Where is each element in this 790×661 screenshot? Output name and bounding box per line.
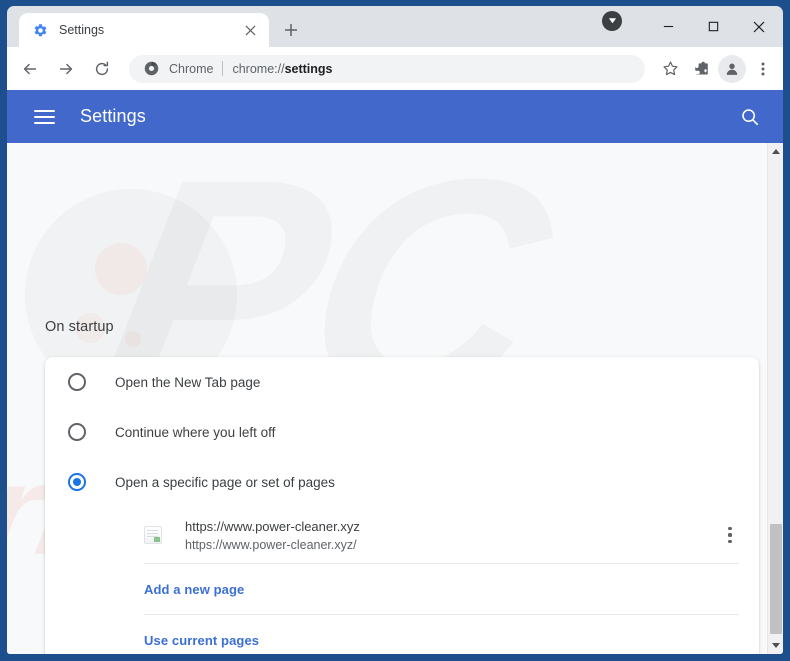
page-content: Settings PC risk.com On startup: [7, 90, 783, 654]
radio-icon[interactable]: [68, 373, 86, 391]
startup-page-title: https://www.power-cleaner.xyz: [185, 518, 360, 534]
radio-icon[interactable]: [68, 423, 86, 441]
reload-icon[interactable]: [87, 54, 117, 84]
omnibox-url-path: settings: [284, 61, 333, 76]
startup-option-specific-pages[interactable]: Open a specific page or set of pages: [45, 457, 759, 507]
maximize-button[interactable]: [691, 6, 736, 47]
browser-menu-icon[interactable]: [749, 55, 777, 83]
bookmark-star-icon[interactable]: [656, 55, 684, 83]
radio-icon-selected[interactable]: [68, 473, 86, 491]
window-controls: [602, 6, 783, 47]
settings-page: PC risk.com On startup Open the New Tab …: [7, 143, 767, 654]
omnibox-divider: [222, 61, 224, 76]
vertical-scrollbar[interactable]: [767, 143, 783, 654]
download-icon[interactable]: [602, 10, 622, 31]
page-options-menu-icon[interactable]: [717, 522, 743, 548]
scrollbar-thumb[interactable]: [769, 524, 782, 634]
scroll-area: PC risk.com On startup Open the New Tab …: [7, 143, 783, 654]
new-tab-button[interactable]: [277, 16, 305, 44]
add-new-page-row[interactable]: Add a new page: [45, 564, 759, 614]
use-current-pages-row[interactable]: Use current pages: [45, 615, 759, 654]
close-button[interactable]: [736, 6, 781, 47]
gear-icon: [32, 22, 48, 38]
omnibox-url-prefix: chrome://: [232, 61, 285, 76]
startup-option-label: Continue where you left off: [115, 424, 276, 440]
scrollbar-track[interactable]: [768, 160, 784, 654]
scroll-down-arrow-icon[interactable]: [768, 637, 783, 654]
on-startup-card: Open the New Tab page Continue where you…: [45, 357, 759, 654]
startup-option-label: Open the New Tab page: [115, 374, 261, 390]
startup-page-row: https://www.power-cleaner.xyz https://ww…: [45, 507, 759, 563]
add-new-page-link[interactable]: Add a new page: [144, 582, 244, 597]
omnibox-url: chrome://settings: [232, 62, 332, 76]
startup-option-new-tab[interactable]: Open the New Tab page: [45, 357, 759, 407]
startup-option-label: Open a specific page or set of pages: [115, 474, 335, 490]
startup-page-texts: https://www.power-cleaner.xyz https://ww…: [185, 519, 717, 552]
address-bar[interactable]: Chrome chrome://settings: [129, 54, 645, 83]
settings-header: Settings: [7, 90, 783, 143]
forward-icon[interactable]: [51, 54, 81, 84]
tab-strip: Settings: [7, 6, 783, 47]
minimize-button[interactable]: [646, 6, 691, 47]
search-icon[interactable]: [737, 104, 763, 130]
back-icon[interactable]: [15, 54, 45, 84]
browser-window: Settings Chrome chrome://settings Settin…: [0, 0, 790, 661]
favicon-icon: [144, 526, 162, 544]
omnibox-scheme-label: Chrome: [169, 61, 214, 76]
extensions-puzzle-icon[interactable]: [687, 55, 715, 83]
use-current-pages-link[interactable]: Use current pages: [144, 633, 259, 648]
tab-title: Settings: [59, 23, 105, 37]
chrome-logo-icon: [143, 61, 159, 77]
page-title: Settings: [80, 106, 146, 126]
browser-toolbar: Chrome chrome://settings: [7, 47, 783, 90]
hamburger-menu-icon[interactable]: [34, 105, 58, 129]
startup-page-url: https://www.power-cleaner.xyz/: [185, 537, 357, 552]
scroll-up-arrow-icon[interactable]: [768, 143, 784, 160]
startup-option-continue[interactable]: Continue where you left off: [45, 407, 759, 457]
close-icon[interactable]: [241, 21, 259, 39]
watermark-dot: [125, 331, 141, 347]
profile-avatar-icon[interactable]: [718, 54, 746, 83]
section-title: On startup: [45, 319, 114, 335]
browser-tab-settings[interactable]: Settings: [19, 13, 269, 47]
watermark-dot: [95, 243, 147, 295]
